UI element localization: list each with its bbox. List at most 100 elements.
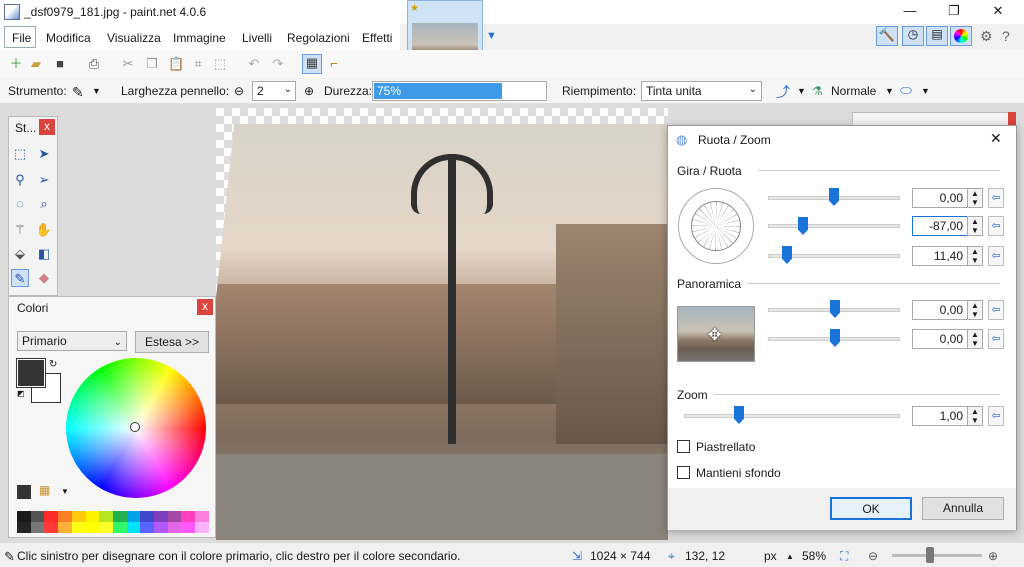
move-selection-icon[interactable]: ➤ <box>35 145 53 163</box>
tilt-input[interactable]: -87,00 <box>912 216 968 236</box>
ellipse-select-icon[interactable]: ◌ <box>11 195 29 213</box>
canvas-image[interactable] <box>216 124 668 540</box>
brush-width-input[interactable]: 2 ⌄ <box>252 81 296 101</box>
bucket-icon[interactable]: ⬙ <box>11 245 29 263</box>
pan-y-spinner[interactable]: ▲ ▼ <box>967 329 983 349</box>
increase-icon[interactable]: ⊕ <box>304 84 314 98</box>
palette-swatch[interactable] <box>140 511 155 522</box>
menu-visualizza[interactable]: Visualizza <box>107 31 161 45</box>
palette-dropdown-icon[interactable]: ▼ <box>61 487 69 496</box>
palette-swatch[interactable] <box>126 511 141 522</box>
zoom-input[interactable]: 1,00 <box>912 406 968 426</box>
zoom-fit-icon[interactable]: ⛶ <box>840 549 848 564</box>
dialog-close-button[interactable]: ✕ <box>990 130 1002 147</box>
palette-swatch[interactable] <box>85 511 100 522</box>
cancel-button[interactable]: Annulla <box>922 497 1004 520</box>
pan-hand-icon[interactable]: ✋ <box>35 221 53 239</box>
pan-y-reset-icon[interactable]: ⇦ <box>988 329 1004 349</box>
palette-swatch[interactable] <box>99 522 113 533</box>
palette-swatch[interactable] <box>167 522 182 533</box>
blend-mode-select[interactable]: Normale <box>831 84 876 98</box>
gear-icon[interactable]: ⚙ <box>980 28 993 45</box>
paintbrush-icon[interactable]: ✎ <box>11 269 29 287</box>
palette-swatch[interactable] <box>154 511 168 522</box>
extend-colors-button[interactable]: Estesa >> <box>135 331 209 353</box>
ok-button[interactable]: OK <box>830 497 912 520</box>
chevron-down-icon[interactable]: ▼ <box>486 30 497 42</box>
selection-dropdown-icon[interactable]: ▼ <box>921 86 930 96</box>
unit-dropdown-icon[interactable]: ▲ <box>786 552 794 561</box>
keep-bg-checkbox[interactable] <box>677 466 690 479</box>
print-icon[interactable]: ⎙ <box>86 56 102 72</box>
open-file-icon[interactable]: ▰ <box>28 56 44 72</box>
angle-input[interactable]: 0,00 <box>912 188 968 208</box>
zoom-slider-status-thumb[interactable] <box>926 547 934 563</box>
color-palette[interactable] <box>17 511 209 533</box>
palette-swatch[interactable] <box>167 511 182 522</box>
twist-slider-thumb[interactable] <box>782 246 792 264</box>
menu-immagine[interactable]: Immagine <box>173 31 226 45</box>
move-pixels-icon[interactable]: ➢ <box>35 171 53 189</box>
palette-swatch[interactable] <box>44 522 59 533</box>
new-file-icon[interactable]: ＋ <box>8 56 24 72</box>
angle-slider-thumb[interactable] <box>829 188 839 206</box>
antialias-dropdown-icon[interactable]: ▼ <box>797 86 806 96</box>
palette-swatch[interactable] <box>140 522 155 533</box>
rotation-dial[interactable] <box>678 188 754 264</box>
reset-colors-icon[interactable]: ◩ <box>17 389 25 398</box>
minimize-button[interactable]: — <box>888 0 932 22</box>
zoom-spinner[interactable]: ▲ ▼ <box>967 406 983 426</box>
twist-input[interactable]: 11,40 <box>912 246 968 266</box>
palette-swatch[interactable] <box>71 511 86 522</box>
angle-spinner[interactable]: ▲ ▼ <box>967 188 983 208</box>
save-icon[interactable]: ■ <box>52 56 68 72</box>
menu-livelli[interactable]: Livelli <box>242 31 272 45</box>
palette-swatch[interactable] <box>17 511 31 522</box>
magic-wand-icon[interactable]: ⚚ <box>11 221 29 239</box>
tilt-slider-thumb[interactable] <box>798 217 808 235</box>
palette-primary-icon[interactable] <box>17 485 31 499</box>
colors-close-button[interactable]: x <box>197 299 213 315</box>
lasso-icon[interactable]: ⚲ <box>11 171 29 189</box>
palette-swatch[interactable] <box>112 511 127 522</box>
tilt-slider[interactable] <box>768 224 900 228</box>
fill-select[interactable]: Tinta unita ⌄ <box>641 81 762 101</box>
deselect-icon[interactable]: ⬚ <box>212 56 228 72</box>
tools-window-toggle-icon[interactable]: 🔨 <box>876 26 898 46</box>
menu-effetti[interactable]: Effetti <box>362 31 392 45</box>
rulers-icon[interactable]: ⌐ <box>326 56 342 72</box>
paste-icon[interactable]: 📋 <box>168 56 184 72</box>
tools-close-button[interactable]: x <box>39 119 55 135</box>
palette-swatch[interactable] <box>30 511 45 522</box>
swap-colors-icon[interactable]: ↻ <box>49 359 57 370</box>
menu-regolazioni[interactable]: Regolazioni <box>287 31 350 45</box>
palette-swatch[interactable] <box>195 522 209 533</box>
zoom-slider-thumb[interactable] <box>734 406 744 424</box>
zoom-in-icon[interactable]: ⊕ <box>988 549 998 563</box>
primary-selector[interactable]: Primario ⌄ <box>17 331 127 351</box>
palette-swatch[interactable] <box>44 511 59 522</box>
unit-selector[interactable]: px <box>764 549 777 563</box>
zoom-out-icon[interactable]: ⊖ <box>868 549 878 563</box>
pan-preview[interactable]: ✥ <box>677 306 755 362</box>
copy-icon[interactable]: ❐ <box>144 56 160 72</box>
pan-x-input[interactable]: 0,00 <box>912 300 968 320</box>
maximize-button[interactable]: ❐ <box>932 0 976 22</box>
cut-icon[interactable]: ✂ <box>120 56 136 72</box>
palette-swatch[interactable] <box>99 511 113 522</box>
zoom-slider-status[interactable] <box>892 554 982 557</box>
decrease-icon[interactable]: ⊖ <box>234 84 244 98</box>
pan-x-spinner[interactable]: ▲ ▼ <box>967 300 983 320</box>
tilt-reset-icon[interactable]: ⇦ <box>988 216 1004 236</box>
palette-swatch[interactable] <box>17 522 31 533</box>
zoom-icon[interactable]: ⌕ <box>35 195 53 213</box>
undo-icon[interactable]: ↶ <box>246 56 262 72</box>
twist-reset-icon[interactable]: ⇦ <box>988 246 1004 266</box>
palette-swatch[interactable] <box>30 522 45 533</box>
tilt-spinner[interactable]: ▲ ▼ <box>967 216 983 236</box>
palette-swatch[interactable] <box>71 522 86 533</box>
tool-dropdown-icon[interactable]: ▼ <box>92 86 101 96</box>
palette-swatch[interactable] <box>58 511 72 522</box>
palette-swatch[interactable] <box>112 522 127 533</box>
primary-color-swatch[interactable] <box>16 358 46 388</box>
